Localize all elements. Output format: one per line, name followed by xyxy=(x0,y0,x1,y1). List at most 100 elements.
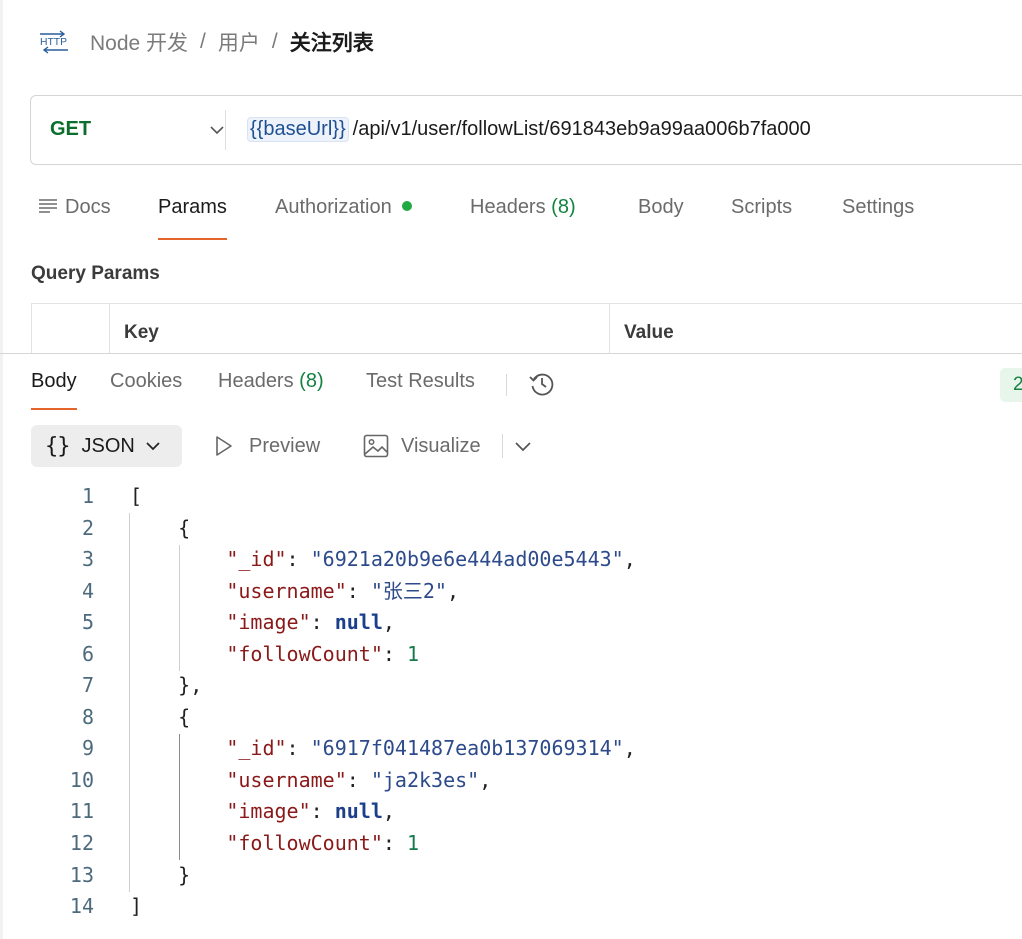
json-punctuation: : xyxy=(382,641,407,666)
code-text: "image": null, xyxy=(130,607,395,639)
code-line: 6 "followCount": 1 xyxy=(0,639,1022,671)
json-punctuation xyxy=(130,579,226,603)
line-number: 14 xyxy=(69,894,94,919)
response-body-viewer[interactable]: 1 [2 {3 "_id": "6921a20b9e6e444ad00e5443"… xyxy=(0,481,1022,923)
json-key: "image" xyxy=(226,799,311,824)
json-punctuation: } xyxy=(130,862,191,887)
svg-text:HTTP: HTTP xyxy=(40,37,67,48)
chevron-down-icon xyxy=(146,442,160,451)
line-number: 13 xyxy=(69,862,94,887)
code-text: { xyxy=(130,513,190,545)
json-punctuation: [ xyxy=(130,484,143,508)
tab-headers[interactable]: Headers (8) xyxy=(470,196,576,240)
toolbar-separator xyxy=(502,434,503,458)
params-table: Key Value xyxy=(31,303,1022,354)
chevron-down-icon[interactable] xyxy=(209,122,225,138)
tab-authorization[interactable]: Authorization xyxy=(275,196,412,240)
format-select[interactable]: {} JSON xyxy=(31,425,182,467)
breadcrumb-folder[interactable]: 用户 xyxy=(218,27,260,57)
json-key: "followCount" xyxy=(226,831,383,856)
json-null: null xyxy=(334,799,383,824)
code-text: "_id": "6917f041487ea0b137069314", xyxy=(130,733,636,765)
code-line: 13 } xyxy=(0,860,1022,892)
json-punctuation xyxy=(130,831,226,855)
tab-params[interactable]: Params xyxy=(158,196,227,240)
line-number: 8 xyxy=(81,704,94,729)
line-number: 5 xyxy=(81,610,94,635)
line-number: 9 xyxy=(81,736,94,761)
json-punctuation: , xyxy=(382,799,395,824)
code-line: 3 "_id": "6921a20b9e6e444ad00e5443", xyxy=(0,544,1022,576)
json-punctuation: , xyxy=(623,547,636,572)
line-number: 2 xyxy=(81,515,94,540)
tab-docs[interactable]: Docs xyxy=(38,196,111,240)
json-punctuation: : xyxy=(310,610,335,635)
json-braces-icon: {} xyxy=(45,433,70,459)
response-tab-cookies[interactable]: Cookies xyxy=(110,370,182,410)
line-number: 12 xyxy=(69,831,94,856)
response-tabs-separator xyxy=(506,374,507,396)
preview-button[interactable]: Preview xyxy=(214,425,320,467)
line-number: 1 xyxy=(81,484,94,508)
code-line: 14] xyxy=(0,891,1022,923)
tab-settings-label: Settings xyxy=(842,196,915,218)
preview-label: Preview xyxy=(249,434,321,457)
breadcrumb-workspace[interactable]: Node 开发 xyxy=(90,27,188,57)
json-key: "_id" xyxy=(226,736,287,761)
code-line: 5 "image": null, xyxy=(0,607,1022,639)
response-tab-cookies-label: Cookies xyxy=(110,370,183,392)
json-punctuation: , xyxy=(382,610,395,635)
visualize-button[interactable]: Visualize xyxy=(363,425,481,467)
url-divider xyxy=(225,110,226,150)
json-string: "张三2" xyxy=(370,578,447,603)
request-tabs: Docs Params Authorization Headers (8) Bo… xyxy=(0,196,1022,240)
breadcrumb-separator: / xyxy=(271,30,278,53)
headers-count: (8) xyxy=(551,196,576,218)
json-punctuation: ] xyxy=(130,894,143,919)
json-punctuation xyxy=(130,768,226,792)
json-punctuation: { xyxy=(130,515,191,540)
code-line: 11 "image": null, xyxy=(0,796,1022,828)
json-string: "6921a20b9e6e444ad00e5443" xyxy=(310,547,624,572)
image-icon xyxy=(363,434,389,458)
line-number: 10 xyxy=(69,767,94,792)
code-line: 8 { xyxy=(0,702,1022,734)
response-tab-test-results[interactable]: Test Results xyxy=(366,370,475,410)
method-select[interactable]: GET xyxy=(50,118,91,141)
tab-body[interactable]: Body xyxy=(638,196,684,240)
code-text: ] xyxy=(130,891,142,923)
url-input[interactable]: {{baseUrl}} /api/v1/user/followList/6918… xyxy=(247,117,811,142)
code-text: "_id": "6921a20b9e6e444ad00e5443", xyxy=(130,544,636,576)
line-number: 3 xyxy=(81,547,94,572)
tab-scripts-label: Scripts xyxy=(731,196,793,218)
json-number: 1 xyxy=(406,831,420,856)
tab-settings[interactable]: Settings xyxy=(842,196,914,240)
url-bar: GET {{baseUrl}} /api/v1/user/followList/… xyxy=(30,95,1022,165)
tab-docs-label: Docs xyxy=(65,196,111,218)
json-punctuation: , xyxy=(623,736,636,761)
code-text: }, xyxy=(130,670,202,702)
docs-lines-icon xyxy=(39,199,57,213)
pane-resize-divider[interactable] xyxy=(0,353,1022,354)
tab-body-label: Body xyxy=(638,196,684,218)
code-line: 12 "followCount": 1 xyxy=(0,828,1022,860)
json-punctuation xyxy=(130,547,226,571)
code-text: "username": "张三2", xyxy=(130,576,459,608)
response-tab-body[interactable]: Body xyxy=(31,370,77,410)
chevron-down-icon[interactable] xyxy=(514,438,532,454)
tab-scripts[interactable]: Scripts xyxy=(731,196,792,240)
json-punctuation xyxy=(130,642,226,666)
line-number: 11 xyxy=(69,799,94,824)
response-headers-count: (8) xyxy=(299,370,324,392)
url-variable[interactable]: {{baseUrl}} xyxy=(247,117,349,142)
history-icon[interactable] xyxy=(528,370,556,398)
status-code-badge: 2 xyxy=(1000,368,1022,402)
code-line: 9 "_id": "6917f041487ea0b137069314", xyxy=(0,733,1022,765)
json-key: "username" xyxy=(226,767,347,792)
json-punctuation: : xyxy=(346,578,371,603)
request-name[interactable]: 关注列表 xyxy=(290,27,374,57)
url-path: /api/v1/user/followList/691843eb9a99aa00… xyxy=(352,118,811,140)
response-tab-headers[interactable]: Headers (8) xyxy=(218,370,324,410)
tab-params-label: Params xyxy=(158,196,227,218)
code-text: "followCount": 1 xyxy=(130,828,419,860)
